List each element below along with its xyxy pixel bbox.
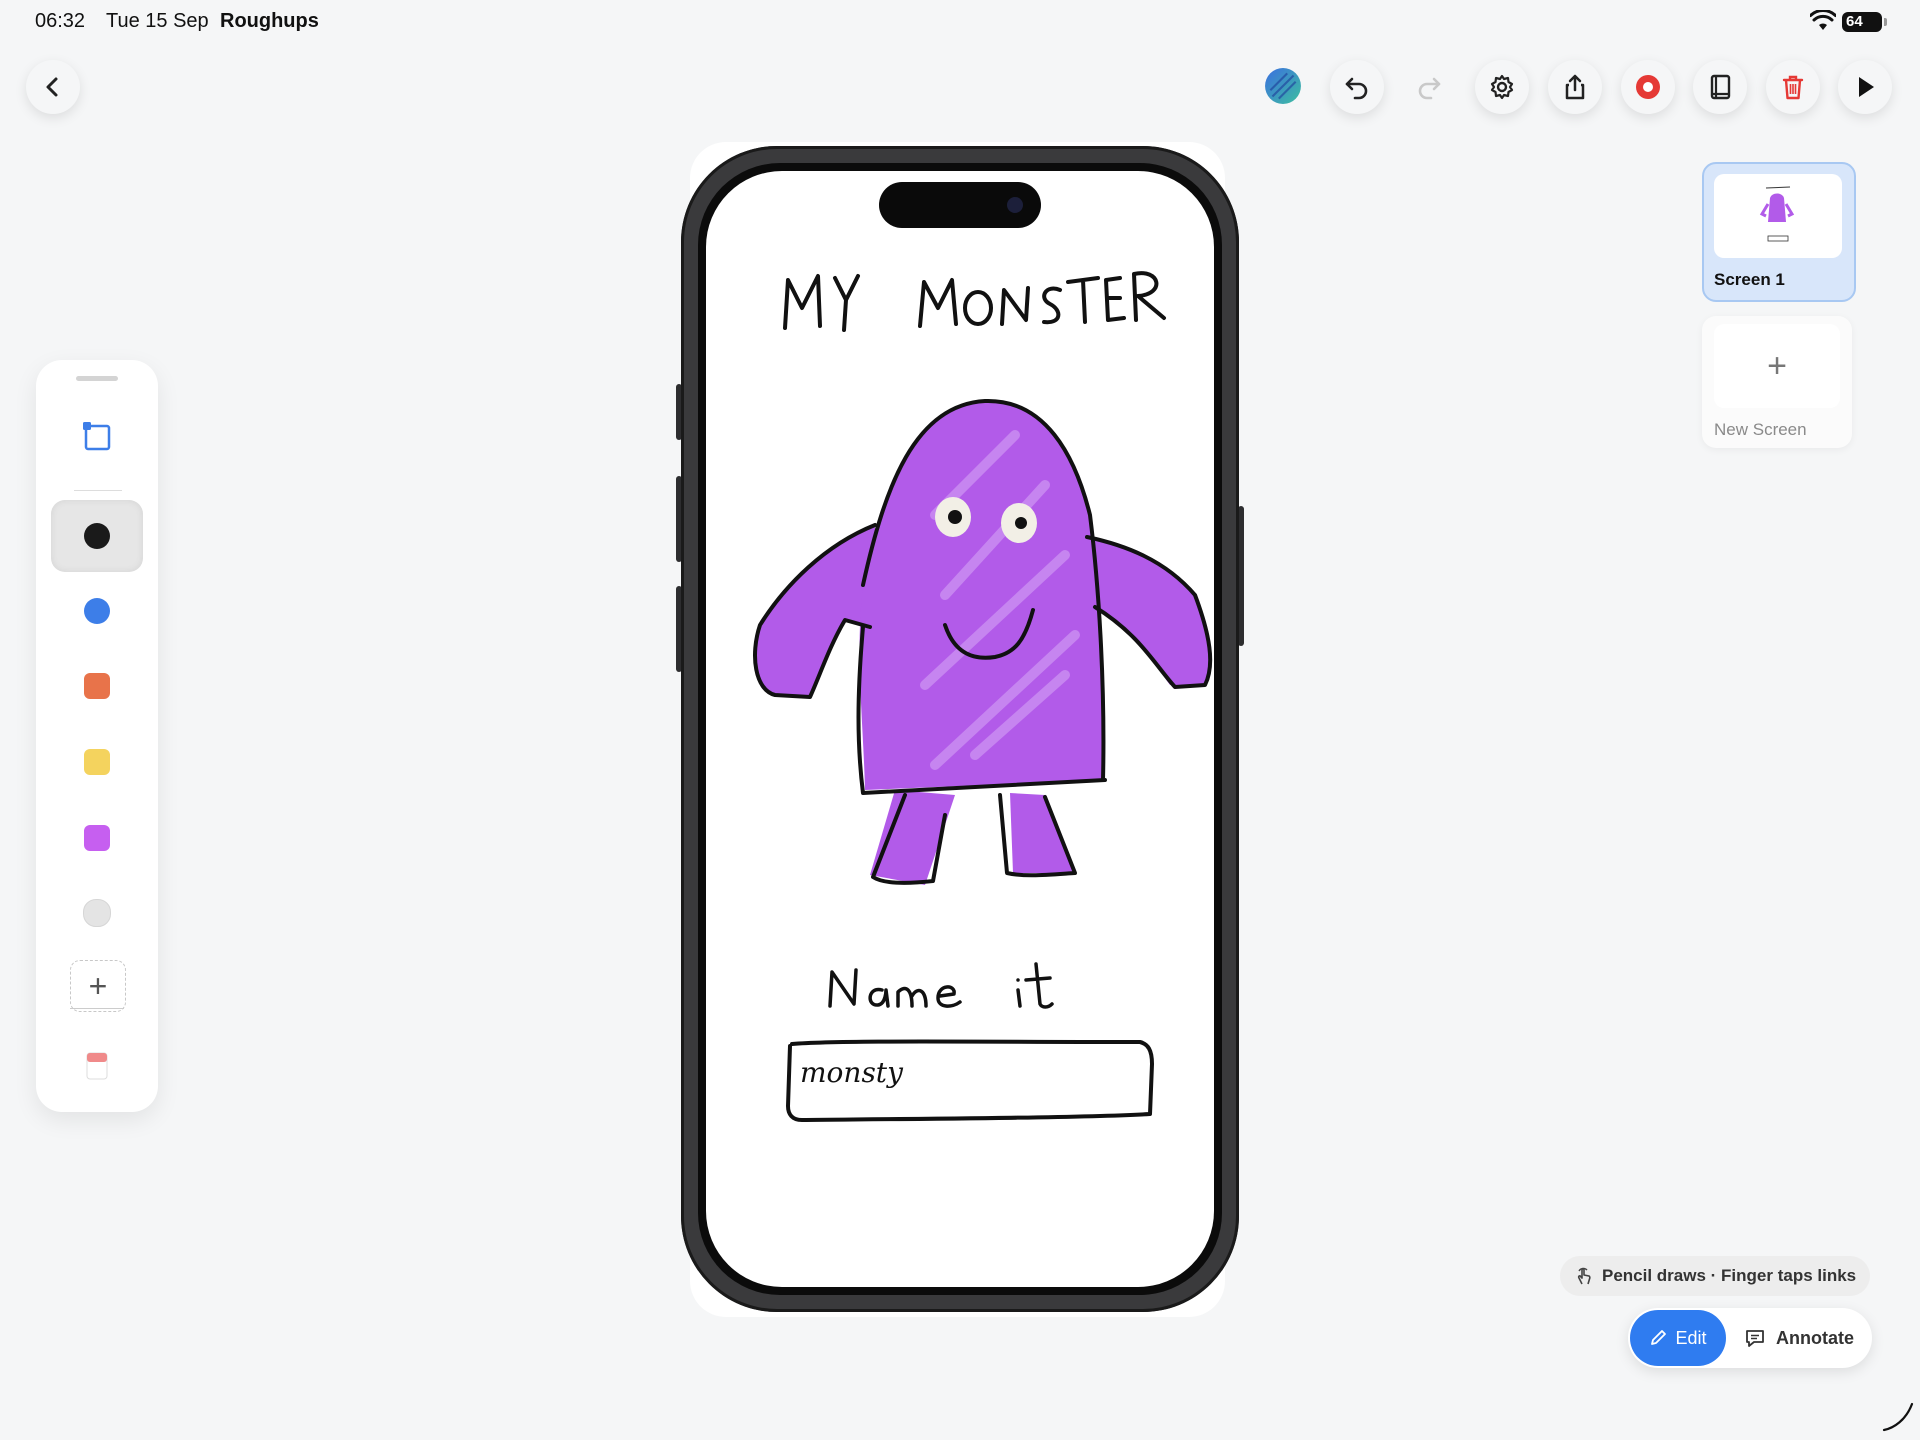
edit-label: Edit <box>1675 1327 1707 1348</box>
undo-button[interactable] <box>1330 60 1384 114</box>
purple-swatch <box>84 825 110 851</box>
add-color-label: + <box>88 967 108 1004</box>
share-icon <box>1565 74 1585 100</box>
name-input-value[interactable]: monsty <box>800 1056 903 1089</box>
white-swatch <box>83 899 111 927</box>
color-orange[interactable] <box>51 650 143 722</box>
orange-swatch <box>84 673 110 699</box>
screen-label: Screen 1 <box>1714 270 1785 289</box>
pencil-icon <box>1651 1330 1667 1345</box>
record-button[interactable] <box>1621 60 1675 114</box>
edit-mode-button[interactable]: Edit <box>1630 1310 1726 1366</box>
screen-preview <box>1714 174 1842 258</box>
status-date: Tue 15 Sep <box>106 10 209 32</box>
status-bar: 06:32 Tue 15 Sep Roughups 64 <box>0 0 1920 44</box>
comment-icon <box>1746 1330 1764 1347</box>
color-white[interactable] <box>51 877 143 949</box>
color-blue[interactable] <box>51 575 143 647</box>
camera-icon <box>1007 197 1023 213</box>
color-yellow[interactable] <box>51 726 143 798</box>
avatar-button[interactable] <box>1256 59 1310 113</box>
settings-button[interactable] <box>1475 60 1529 114</box>
dynamic-island <box>879 182 1041 228</box>
share-button[interactable] <box>1548 60 1602 114</box>
status-app-name: Roughups <box>220 10 319 32</box>
pencil-stroke-icon <box>1882 1402 1914 1432</box>
redo-icon <box>1418 77 1441 100</box>
blue-swatch <box>84 598 110 624</box>
color-purple[interactable] <box>51 802 143 874</box>
status-time: 06:32 <box>35 10 86 32</box>
play-button[interactable] <box>1838 60 1892 114</box>
wifi-icon <box>1810 10 1836 30</box>
redo-button[interactable] <box>1402 60 1456 114</box>
back-button[interactable] <box>26 60 80 114</box>
handwritten-title <box>783 271 1166 332</box>
new-screen-button[interactable]: + New Screen <box>1702 316 1852 448</box>
eraser-icon <box>86 1052 108 1080</box>
trash-icon <box>1782 75 1804 100</box>
handwritten-prompt <box>828 962 1054 1009</box>
eraser-button[interactable] <box>51 1030 143 1102</box>
crop-frame-icon <box>83 422 111 451</box>
frame-tool-button[interactable] <box>51 400 143 472</box>
screen-preview-image <box>1759 186 1795 242</box>
screen-thumbnail-1[interactable]: Screen 1 <box>1702 162 1856 302</box>
palette-divider-2 <box>70 1008 124 1009</box>
record-icon <box>1636 75 1660 99</box>
yellow-swatch <box>84 749 110 775</box>
mode-switch: Edit Annotate <box>1628 1308 1872 1368</box>
monster-drawing <box>753 398 1213 885</box>
battery-level: 64 <box>1846 13 1863 30</box>
palette-divider <box>74 490 122 491</box>
palette-grip[interactable] <box>76 376 118 381</box>
annotate-mode-button[interactable]: Annotate <box>1744 1310 1870 1366</box>
hint-text: Pencil draws · Finger taps links <box>1602 1266 1857 1285</box>
drawing-palette: + <box>36 360 158 1112</box>
scribble-avatar-icon <box>1265 68 1301 104</box>
gear-icon <box>1490 74 1514 100</box>
annotate-label: Annotate <box>1776 1327 1854 1348</box>
undo-icon <box>1345 77 1368 100</box>
delete-button[interactable] <box>1766 60 1820 114</box>
play-icon <box>1859 77 1874 97</box>
black-swatch <box>84 523 110 549</box>
color-black[interactable] <box>51 500 143 572</box>
book-button[interactable] <box>1693 60 1747 114</box>
add-color-button[interactable]: + <box>70 960 126 1012</box>
book-icon <box>1710 74 1731 100</box>
battery-icon: 64 <box>1842 12 1887 32</box>
plus-icon: + <box>1714 324 1840 408</box>
finger-tap-icon <box>1577 1267 1591 1285</box>
new-screen-label: New Screen <box>1714 420 1807 439</box>
input-hint: Pencil draws · Finger taps links <box>1560 1256 1870 1296</box>
chevron-left-icon <box>46 77 58 97</box>
